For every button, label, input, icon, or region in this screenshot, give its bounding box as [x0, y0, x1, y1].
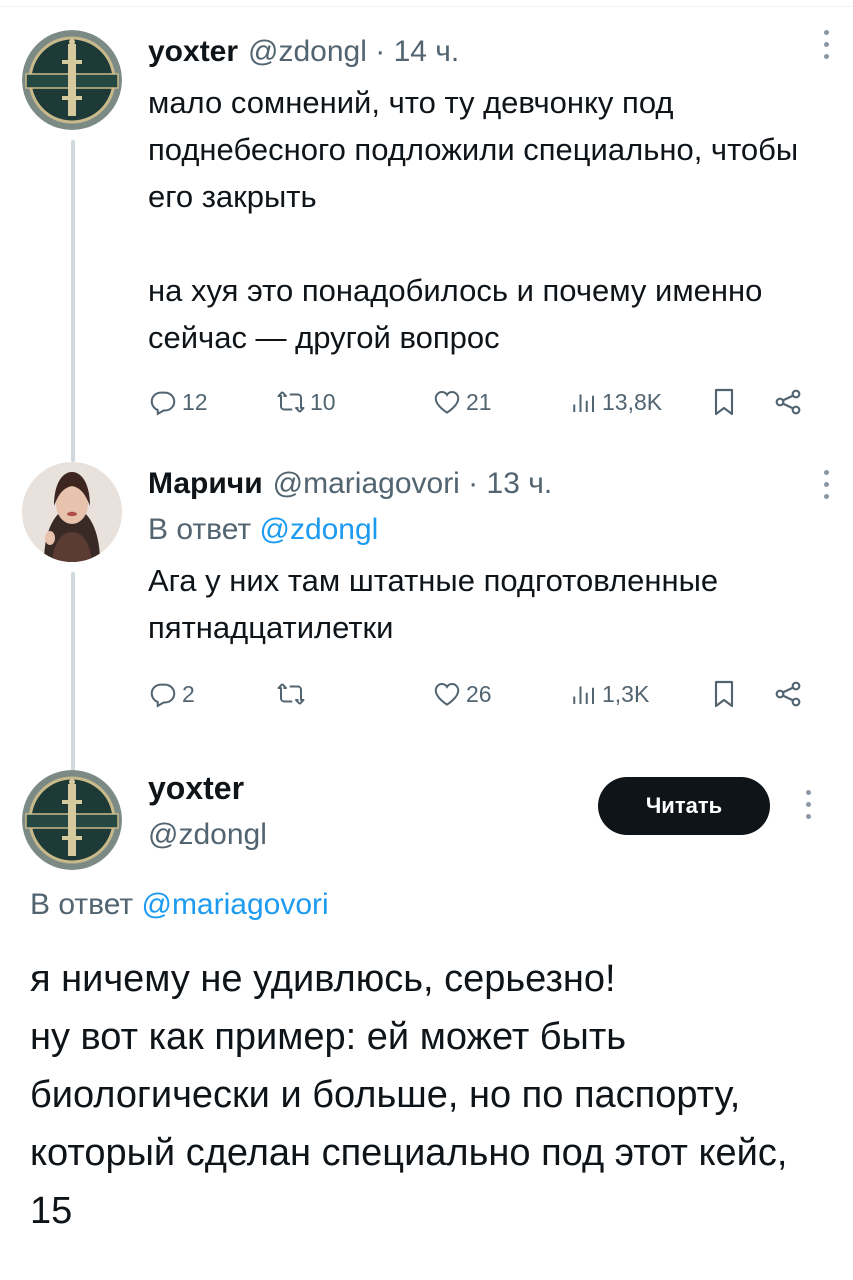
bookmark-button[interactable]: [708, 386, 740, 423]
retweet-icon: [277, 391, 305, 413]
share-button[interactable]: [772, 678, 804, 715]
views-icon: [573, 686, 594, 704]
heart-icon: [434, 390, 460, 414]
thread-line-top: [71, 730, 75, 740]
share-button[interactable]: [772, 386, 804, 423]
reply-to-prefix: В ответ: [148, 513, 260, 546]
tweet-actions: 2 26 1,3K: [148, 674, 828, 714]
reply-button[interactable]: 2: [148, 674, 195, 714]
tweet-text: мало сомнений, что ту девчонку под подне…: [148, 85, 799, 355]
author-name[interactable]: Маричи: [148, 467, 263, 501]
reply-icon: [150, 683, 176, 708]
avatar-portrait-icon: [22, 462, 122, 562]
avatar-emblem-icon: [22, 30, 122, 130]
retweet-count: 10: [310, 388, 336, 415]
more-icon[interactable]: [801, 790, 815, 828]
tweet-content: Маричи @mariagovori · 13 ч. В ответ @zdo…: [148, 462, 823, 651]
tweet-text: я ничему не удивлюсь, серьезно! ну вот к…: [30, 958, 788, 1232]
reply-to-mention[interactable]: @mariagovori: [141, 888, 328, 921]
tweet-header: Маричи @mariagovori · 13 ч.: [148, 462, 823, 506]
tweet-header: yoxter @zdongl · 14 ч.: [148, 30, 823, 74]
tweet-content: yoxter @zdongl · 14 ч. мало сомнений, чт…: [148, 30, 823, 361]
avatar-emblem-icon: [22, 770, 122, 870]
author-meta[interactable]: @zdongl · 14 ч.: [248, 35, 459, 69]
reply-to: В ответ @zdongl: [148, 508, 823, 552]
thread-line-top: [71, 440, 75, 460]
thread-line: [71, 572, 75, 772]
reply-to: В ответ @mariagovori: [30, 888, 329, 922]
views-icon: [573, 394, 594, 412]
bookmark-button[interactable]: [708, 678, 740, 715]
bookmark-icon: [714, 388, 734, 416]
thread-line: [71, 140, 75, 462]
follow-button[interactable]: Читать: [598, 777, 770, 835]
reply-icon: [150, 391, 176, 416]
heart-icon: [434, 682, 460, 706]
like-button[interactable]: 26: [432, 674, 492, 714]
more-icon[interactable]: [819, 30, 833, 68]
like-count: 21: [466, 388, 492, 415]
reply-to-prefix: В ответ: [30, 888, 142, 921]
share-icon: [775, 681, 801, 707]
reply-to-mention[interactable]: @zdongl: [259, 513, 378, 546]
tweet-text: Ага у них там штатные подготовленные пят…: [148, 563, 727, 645]
more-icon[interactable]: [819, 470, 833, 508]
avatar[interactable]: [22, 30, 122, 130]
author-name[interactable]: yoxter: [148, 35, 238, 69]
reply-button[interactable]: 12: [148, 382, 208, 422]
views-count: 13,8K: [602, 388, 663, 415]
retweet-button[interactable]: 10: [276, 382, 336, 422]
retweet-icon: [277, 683, 305, 705]
divider: [0, 6, 853, 7]
share-icon: [775, 389, 801, 415]
tweet-actions: 12 10 21 13,8K: [148, 382, 828, 422]
views-button[interactable]: 1,3K: [568, 674, 649, 714]
bookmark-icon: [714, 680, 734, 708]
author-name[interactable]: yoxter: [148, 770, 244, 807]
page: yoxter @zdongl · 14 ч. мало сомнений, чт…: [0, 0, 853, 1280]
reply-count: 2: [182, 680, 195, 707]
author-handle[interactable]: @zdongl: [148, 818, 267, 852]
retweet-button[interactable]: [276, 674, 310, 714]
author-meta[interactable]: @mariagovori · 13 ч.: [273, 467, 553, 501]
like-count: 26: [466, 680, 492, 707]
views-button[interactable]: 13,8K: [568, 382, 662, 422]
reply-count: 12: [182, 388, 208, 415]
views-count: 1,3K: [602, 680, 650, 707]
avatar[interactable]: [22, 462, 122, 562]
like-button[interactable]: 21: [432, 382, 492, 422]
avatar[interactable]: [22, 770, 122, 870]
